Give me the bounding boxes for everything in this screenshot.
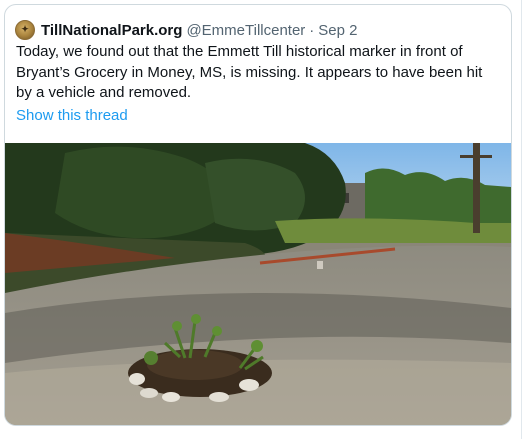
display-name[interactable]: TillNationalPark.org	[41, 22, 182, 39]
tweet-date[interactable]: Sep 2	[318, 22, 357, 39]
seal-logo-icon: ✦	[21, 25, 29, 35]
tweet-card[interactable]: ✦ TillNationalPark.org @EmmeTillcenter ·…	[4, 4, 512, 426]
tweet-photo[interactable]	[5, 143, 511, 425]
tweet-header: ✦ TillNationalPark.org @EmmeTillcenter ·…	[15, 19, 358, 41]
show-thread-link[interactable]: Show this thread	[16, 107, 128, 124]
tweet-text: Today, we found out that the Emmett Till…	[16, 43, 483, 101]
avatar[interactable]: ✦	[15, 20, 35, 40]
photo-scene	[5, 143, 511, 425]
separator-dot: ·	[309, 21, 315, 39]
user-handle[interactable]: @EmmeTillcenter	[186, 22, 305, 39]
rocks	[129, 373, 145, 385]
column-divider	[521, 0, 522, 439]
